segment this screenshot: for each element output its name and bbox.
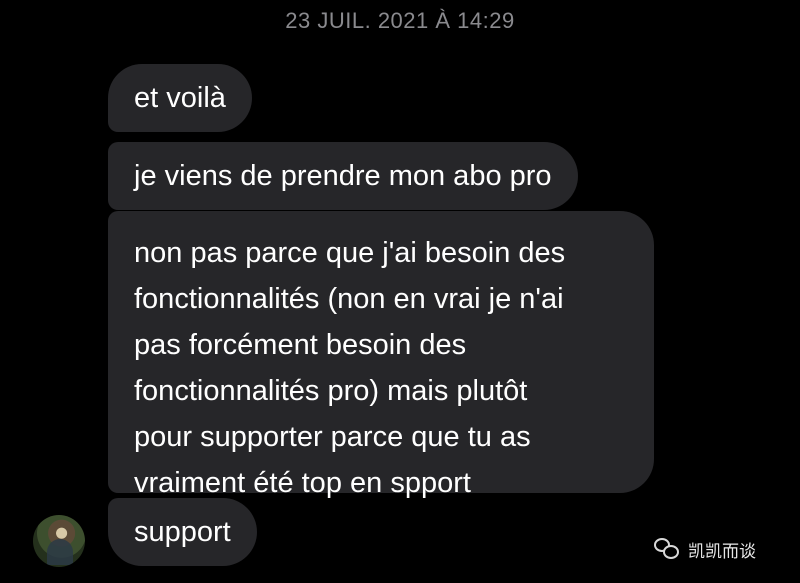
watermark-text: 凯凯而谈: [688, 541, 756, 562]
message-text: et voilà: [134, 82, 226, 114]
message-text-line: fonctionnalités pro) mais plutôt: [134, 375, 528, 407]
message-bubble[interactable]: support: [108, 498, 257, 566]
message-text: support: [134, 516, 231, 548]
message-text-line: fonctionnalités (non en vrai je n'ai: [134, 283, 564, 315]
sender-avatar[interactable]: [33, 515, 85, 567]
message-text-line: non pas parce que j'ai besoin des: [134, 237, 566, 269]
wechat-icon: [654, 538, 680, 560]
message-bubble[interactable]: et voilà: [108, 64, 252, 132]
message-bubble[interactable]: je viens de prendre mon abo pro: [108, 142, 578, 210]
message-timestamp: 23 JUIL. 2021 À 14:29: [285, 8, 515, 33]
message-text-line: pour supporter parce que tu as: [134, 421, 531, 453]
message-text-line: pas forcément besoin des: [134, 329, 467, 361]
message-text: je viens de prendre mon abo pro: [134, 160, 552, 192]
watermark: 凯凯而谈: [654, 535, 756, 563]
message-bubble[interactable]: non pas parce que j'ai besoin des foncti…: [108, 211, 654, 499]
